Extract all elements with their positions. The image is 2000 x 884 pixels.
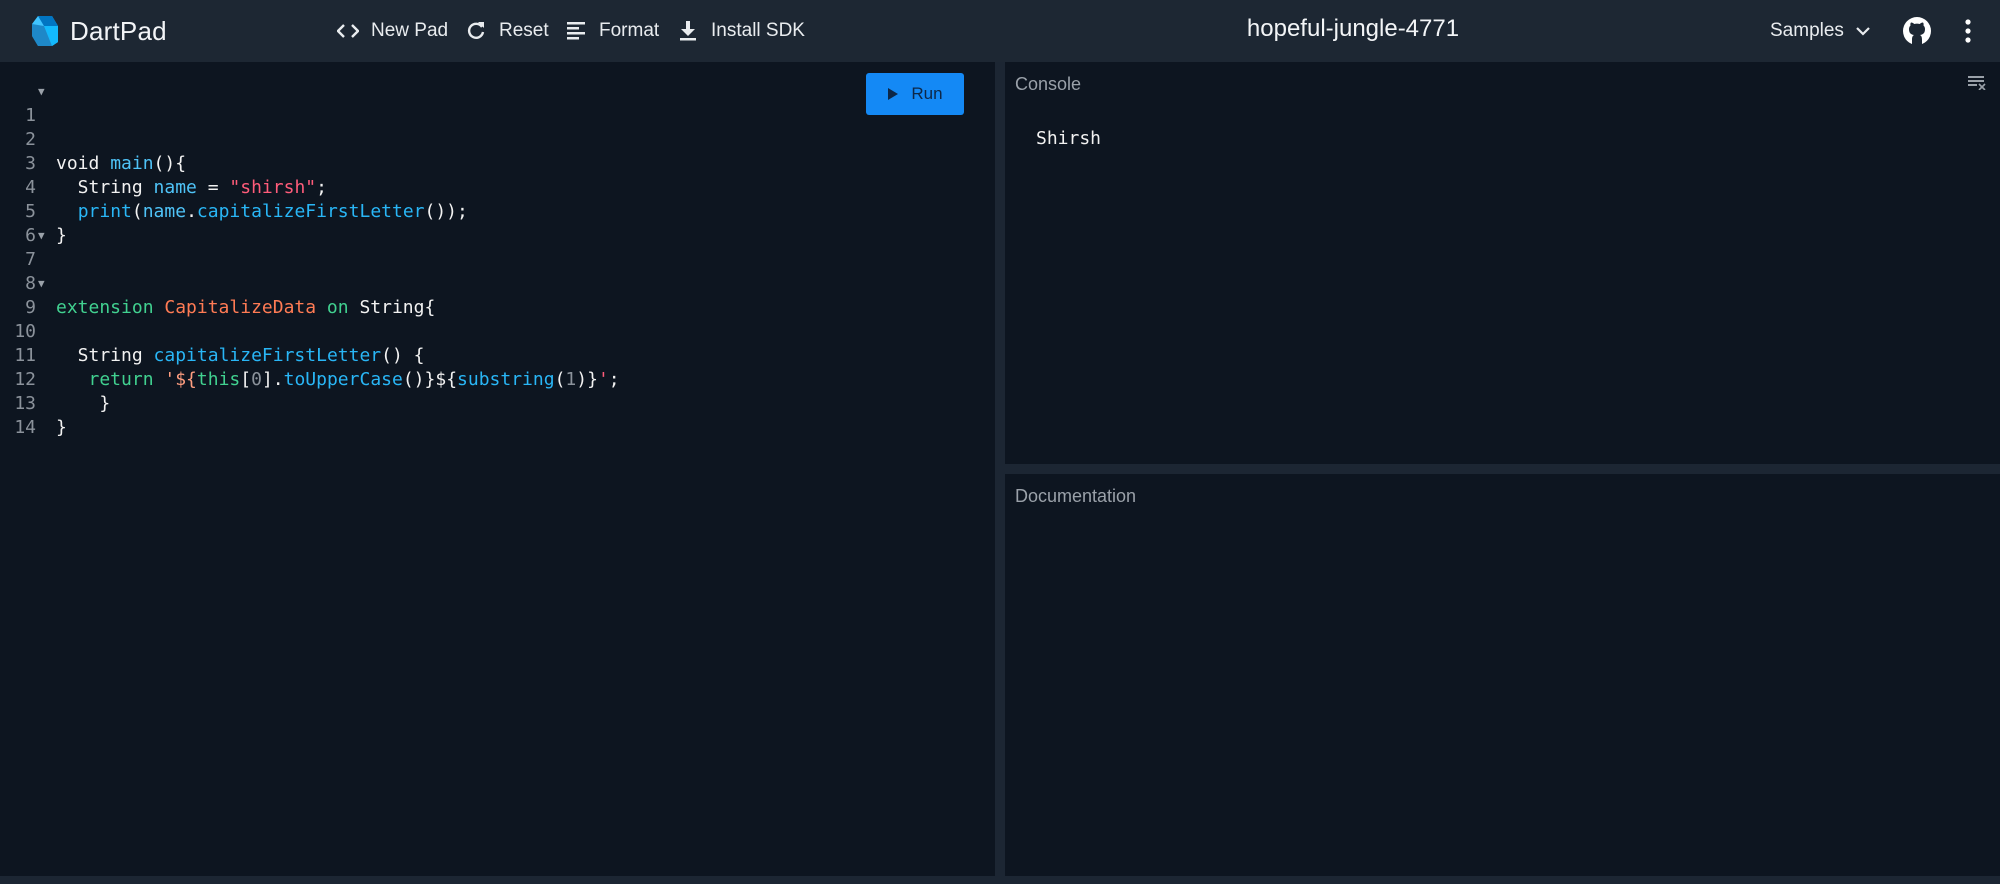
code-token: on <box>316 297 360 318</box>
run-label: Run <box>911 84 943 103</box>
code-token: toUpperCase <box>283 369 403 390</box>
code-token: ()}${ <box>402 369 458 390</box>
code-line: 4 } <box>0 152 67 246</box>
brand-title: DartPad <box>70 15 167 46</box>
documentation-label: Documentation <box>1015 486 1137 506</box>
refresh-icon <box>464 19 488 43</box>
code-token: ' <box>597 369 609 390</box>
code-token: ; <box>316 177 327 198</box>
run-button[interactable]: Run <box>866 73 964 115</box>
install-sdk-button[interactable]: Install SDK <box>676 17 805 45</box>
more-vert-icon[interactable] <box>1956 16 1980 46</box>
code-line: 11 } <box>0 320 110 414</box>
line-number: 14 <box>14 417 36 438</box>
code-token: capitalizeFirstLetter <box>196 201 425 222</box>
format-align-icon <box>564 19 588 43</box>
code-line: 3 print(name.capitalizeFirstLetter()); <box>0 128 468 222</box>
fold-arrow-icon[interactable]: ▼ <box>38 272 50 296</box>
clear-console-icon[interactable] <box>1968 76 1986 92</box>
code-token: ( <box>554 369 566 390</box>
brand[interactable]: DartPad <box>30 13 167 49</box>
code-line: 14 <box>0 392 65 438</box>
vertical-splitter[interactable] <box>995 62 1005 876</box>
console-panel: Console Shirsh <box>1005 62 2000 464</box>
code-token: name <box>153 177 197 198</box>
code-token: CapitalizeData <box>164 297 317 318</box>
console-label: Console <box>1015 74 1082 94</box>
horizontal-splitter[interactable] <box>1005 464 2000 474</box>
code-line: 6 <box>0 200 65 246</box>
code-token: String <box>56 177 154 198</box>
new-pad-label: New Pad <box>371 20 449 41</box>
code-line: 10 return '${this[0].toUpperCase()}${sub… <box>0 296 619 390</box>
documentation-panel: Documentation <box>1005 474 2000 876</box>
code-line: 13 <box>0 368 65 414</box>
pad-name[interactable]: hopeful-jungle-4771 <box>1200 15 1506 43</box>
samples-label: Samples <box>1770 20 1844 41</box>
code-token: ]. <box>261 369 284 390</box>
code-token: [ <box>240 369 252 390</box>
code-line: 9 ▼ String capitalizeFirstLetter() { <box>0 272 424 366</box>
code-editor[interactable]: 1 ▼ void main(){ 2 String name = "shirsh… <box>0 62 995 876</box>
code-token: ; <box>608 369 620 390</box>
github-icon[interactable] <box>1902 16 1932 46</box>
code-token: String <box>56 345 154 366</box>
code-token: name <box>142 201 187 222</box>
reset-button[interactable]: Reset <box>464 17 549 45</box>
code-token: this <box>196 369 241 390</box>
code-token: print <box>77 201 132 222</box>
app-header: DartPad New Pad Reset Format Install SDK… <box>0 0 2000 62</box>
console-output: Shirsh <box>1036 128 1102 149</box>
code-line: 5 <box>0 176 65 222</box>
code-token: 0 <box>251 369 262 390</box>
install-sdk-label: Install SDK <box>711 20 805 41</box>
reset-label: Reset <box>499 20 549 41</box>
code-line: 2 String name = "shirsh"; <box>0 104 327 198</box>
fold-arrow-icon[interactable]: ▼ <box>38 80 50 104</box>
code-area[interactable]: 1 ▼ void main(){ 2 String name = "shirsh… <box>0 80 619 438</box>
code-token: . <box>186 201 197 222</box>
code-token: String{ <box>359 297 436 318</box>
format-label: Format <box>599 20 660 41</box>
bottom-bar <box>0 876 2000 884</box>
code-icon <box>336 19 360 43</box>
code-line: 8 <box>0 248 65 294</box>
code-token: substring <box>457 369 555 390</box>
code-line: 1 ▼ void main(){ <box>0 80 186 174</box>
code-token: (){ <box>153 153 187 174</box>
format-button[interactable]: Format <box>564 17 659 45</box>
fold-arrow-icon[interactable]: ▼ <box>38 224 50 248</box>
samples-dropdown[interactable]: Samples <box>1770 17 1870 45</box>
download-icon <box>676 19 700 43</box>
code-token: = <box>196 177 230 198</box>
code-token: ( <box>131 201 143 222</box>
code-token: capitalizeFirstLetter <box>153 345 382 366</box>
code-token: return <box>56 369 165 390</box>
code-token: () { <box>381 345 425 366</box>
code-token: '${ <box>164 369 197 390</box>
code-line: 12 } <box>0 344 67 438</box>
play-icon <box>887 87 899 101</box>
code-token: 1 <box>565 369 577 390</box>
code-token: )} <box>576 369 598 390</box>
code-token: extension <box>56 297 165 318</box>
code-line: 7 ▼ extension CapitalizeData on String{ <box>0 224 435 318</box>
code-token: ()); <box>424 201 468 222</box>
new-pad-button[interactable]: New Pad <box>336 17 448 45</box>
chevron-down-icon <box>1856 26 1870 36</box>
dart-logo-icon <box>30 14 60 48</box>
code-token: "shirsh" <box>229 177 317 198</box>
code-token: main <box>110 153 154 174</box>
